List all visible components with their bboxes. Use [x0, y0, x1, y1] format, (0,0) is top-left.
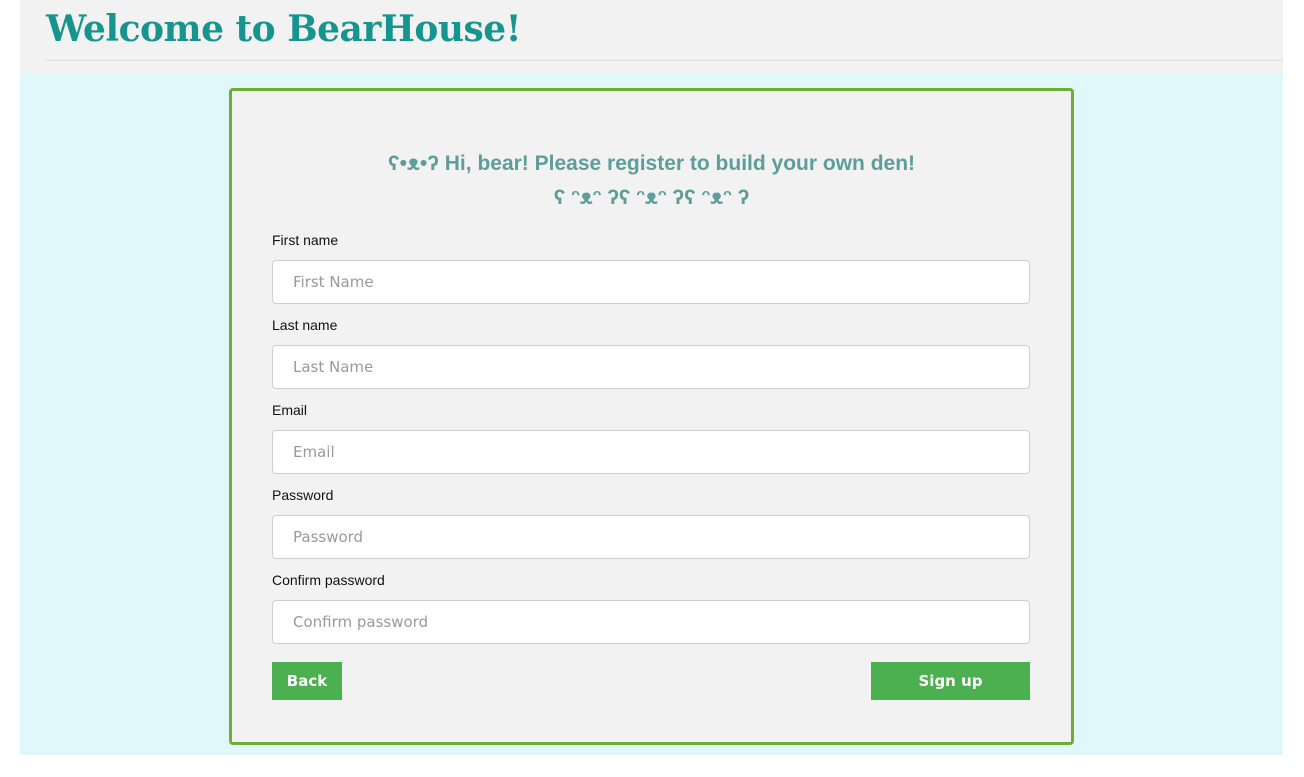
- first-name-input[interactable]: [272, 260, 1030, 304]
- page-title: Welcome to BearHouse!: [46, 8, 522, 50]
- back-button[interactable]: Back: [272, 662, 342, 700]
- header-divider: [45, 60, 1283, 61]
- greeting-message: ʕ•ᴥ•ʔ Hi, bear! Please register to build…: [387, 152, 916, 175]
- first-name-label: First name: [272, 232, 339, 248]
- bear-faces-decoration: ʕ ᵔᴥᵔ ʔʕ ᵔᴥᵔ ʔʕ ᵔᴥᵔ ʔ: [553, 186, 750, 209]
- header: Welcome to BearHouse!: [20, 0, 1283, 74]
- email-label: Email: [272, 402, 308, 418]
- confirm-password-label: Confirm password: [272, 572, 385, 588]
- confirm-password-input[interactable]: [272, 600, 1030, 644]
- registration-card: ʕ•ᴥ•ʔ Hi, bear! Please register to build…: [229, 88, 1074, 745]
- email-input[interactable]: [272, 430, 1030, 474]
- sign-up-button[interactable]: Sign up: [871, 662, 1030, 700]
- last-name-label: Last name: [272, 317, 338, 333]
- password-input[interactable]: [272, 515, 1030, 559]
- page-background: Welcome to BearHouse! ʕ•ᴥ•ʔ Hi, bear! Pl…: [20, 0, 1283, 755]
- greeting: ʕ•ᴥ•ʔ Hi, bear! Please register to build…: [232, 147, 1071, 215]
- password-label: Password: [272, 487, 334, 503]
- last-name-input[interactable]: [272, 345, 1030, 389]
